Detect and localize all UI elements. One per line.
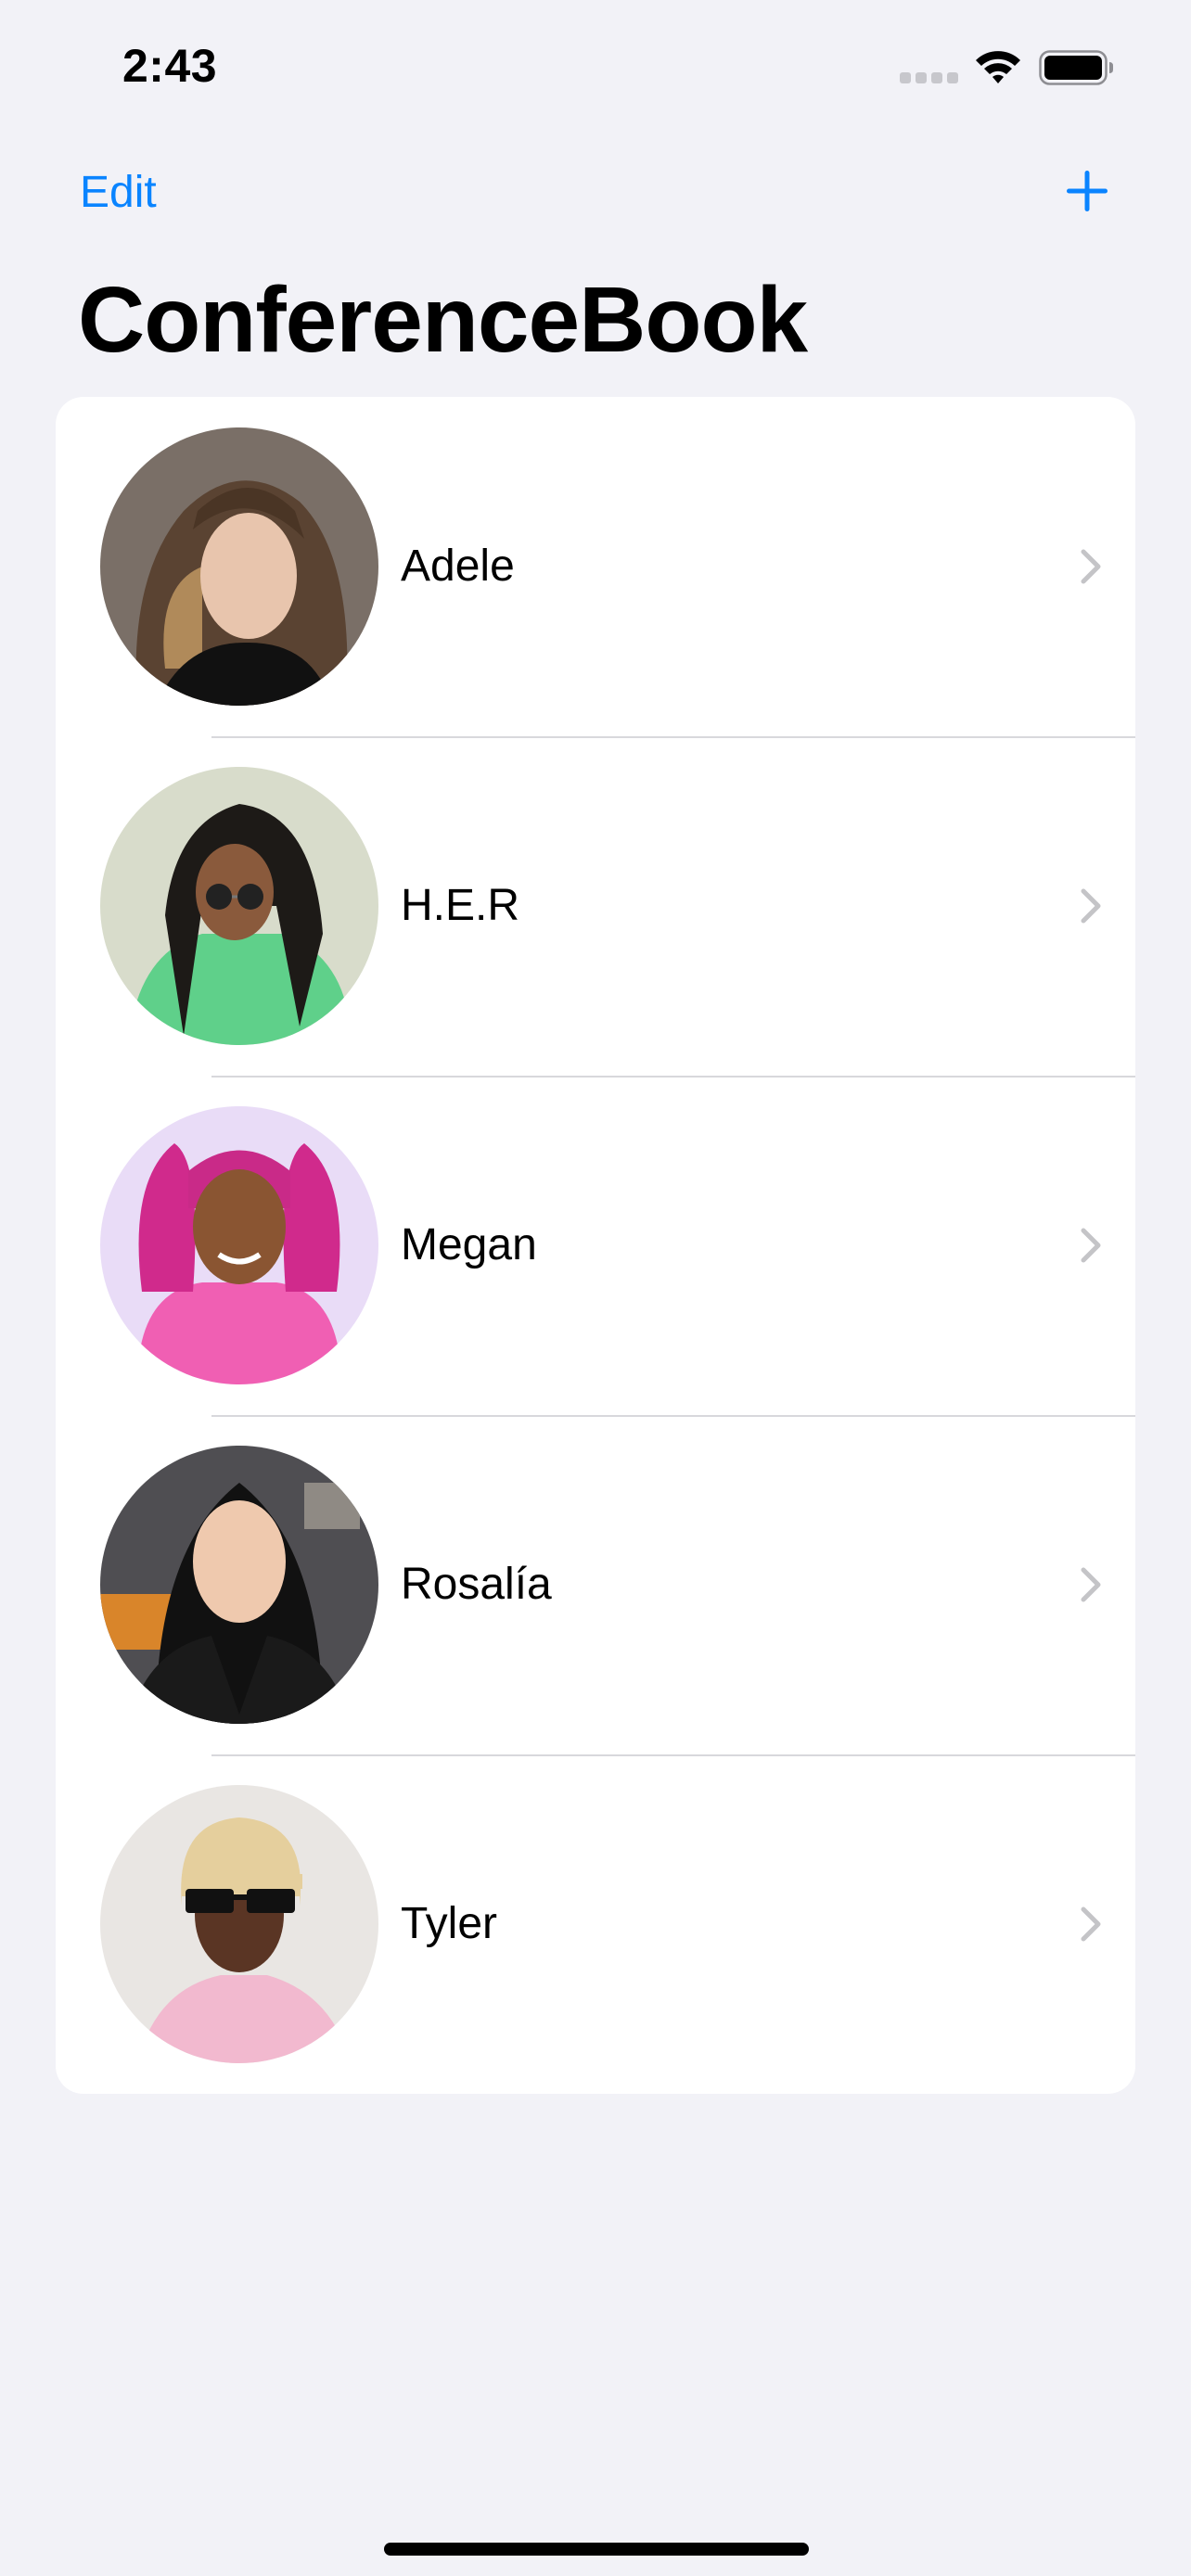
contact-name: H.E.R <box>401 881 520 930</box>
contact-row-tyler[interactable]: Tyler <box>56 1754 1135 2094</box>
wifi-icon <box>976 51 1020 83</box>
avatar <box>100 1446 378 1724</box>
status-time: 2:43 <box>122 40 218 92</box>
contact-name: Adele <box>401 542 515 591</box>
battery-icon <box>1039 50 1113 85</box>
avatar <box>100 767 378 1045</box>
status-bar: 2:43 <box>0 0 1191 139</box>
page-title: ConferenceBook <box>78 268 808 372</box>
chevron-right-icon <box>1081 1567 1101 1602</box>
chevron-right-icon <box>1081 888 1101 924</box>
edit-button[interactable]: Edit <box>80 167 157 218</box>
home-indicator[interactable] <box>384 2543 809 2556</box>
chevron-right-icon <box>1081 549 1101 584</box>
contact-row-her[interactable]: H.E.R <box>56 736 1135 1076</box>
contact-row-adele[interactable]: Adele <box>56 397 1135 736</box>
chevron-right-icon <box>1081 1906 1101 1942</box>
signal-icon <box>900 72 958 83</box>
avatar <box>100 427 378 706</box>
contact-row-megan[interactable]: Megan <box>56 1076 1135 1415</box>
contact-name: Tyler <box>401 1899 498 1948</box>
chevron-right-icon <box>1081 1228 1101 1263</box>
contact-name: Megan <box>401 1220 537 1269</box>
plus-icon[interactable] <box>1065 169 1109 213</box>
contact-name: Rosalía <box>401 1560 552 1609</box>
avatar <box>100 1785 378 2063</box>
avatar <box>100 1106 378 1384</box>
contact-row-rosalia[interactable]: Rosalía <box>56 1415 1135 1754</box>
contact-list: Adele H.E.R Megan Rosalía Tyler <box>56 397 1135 2094</box>
